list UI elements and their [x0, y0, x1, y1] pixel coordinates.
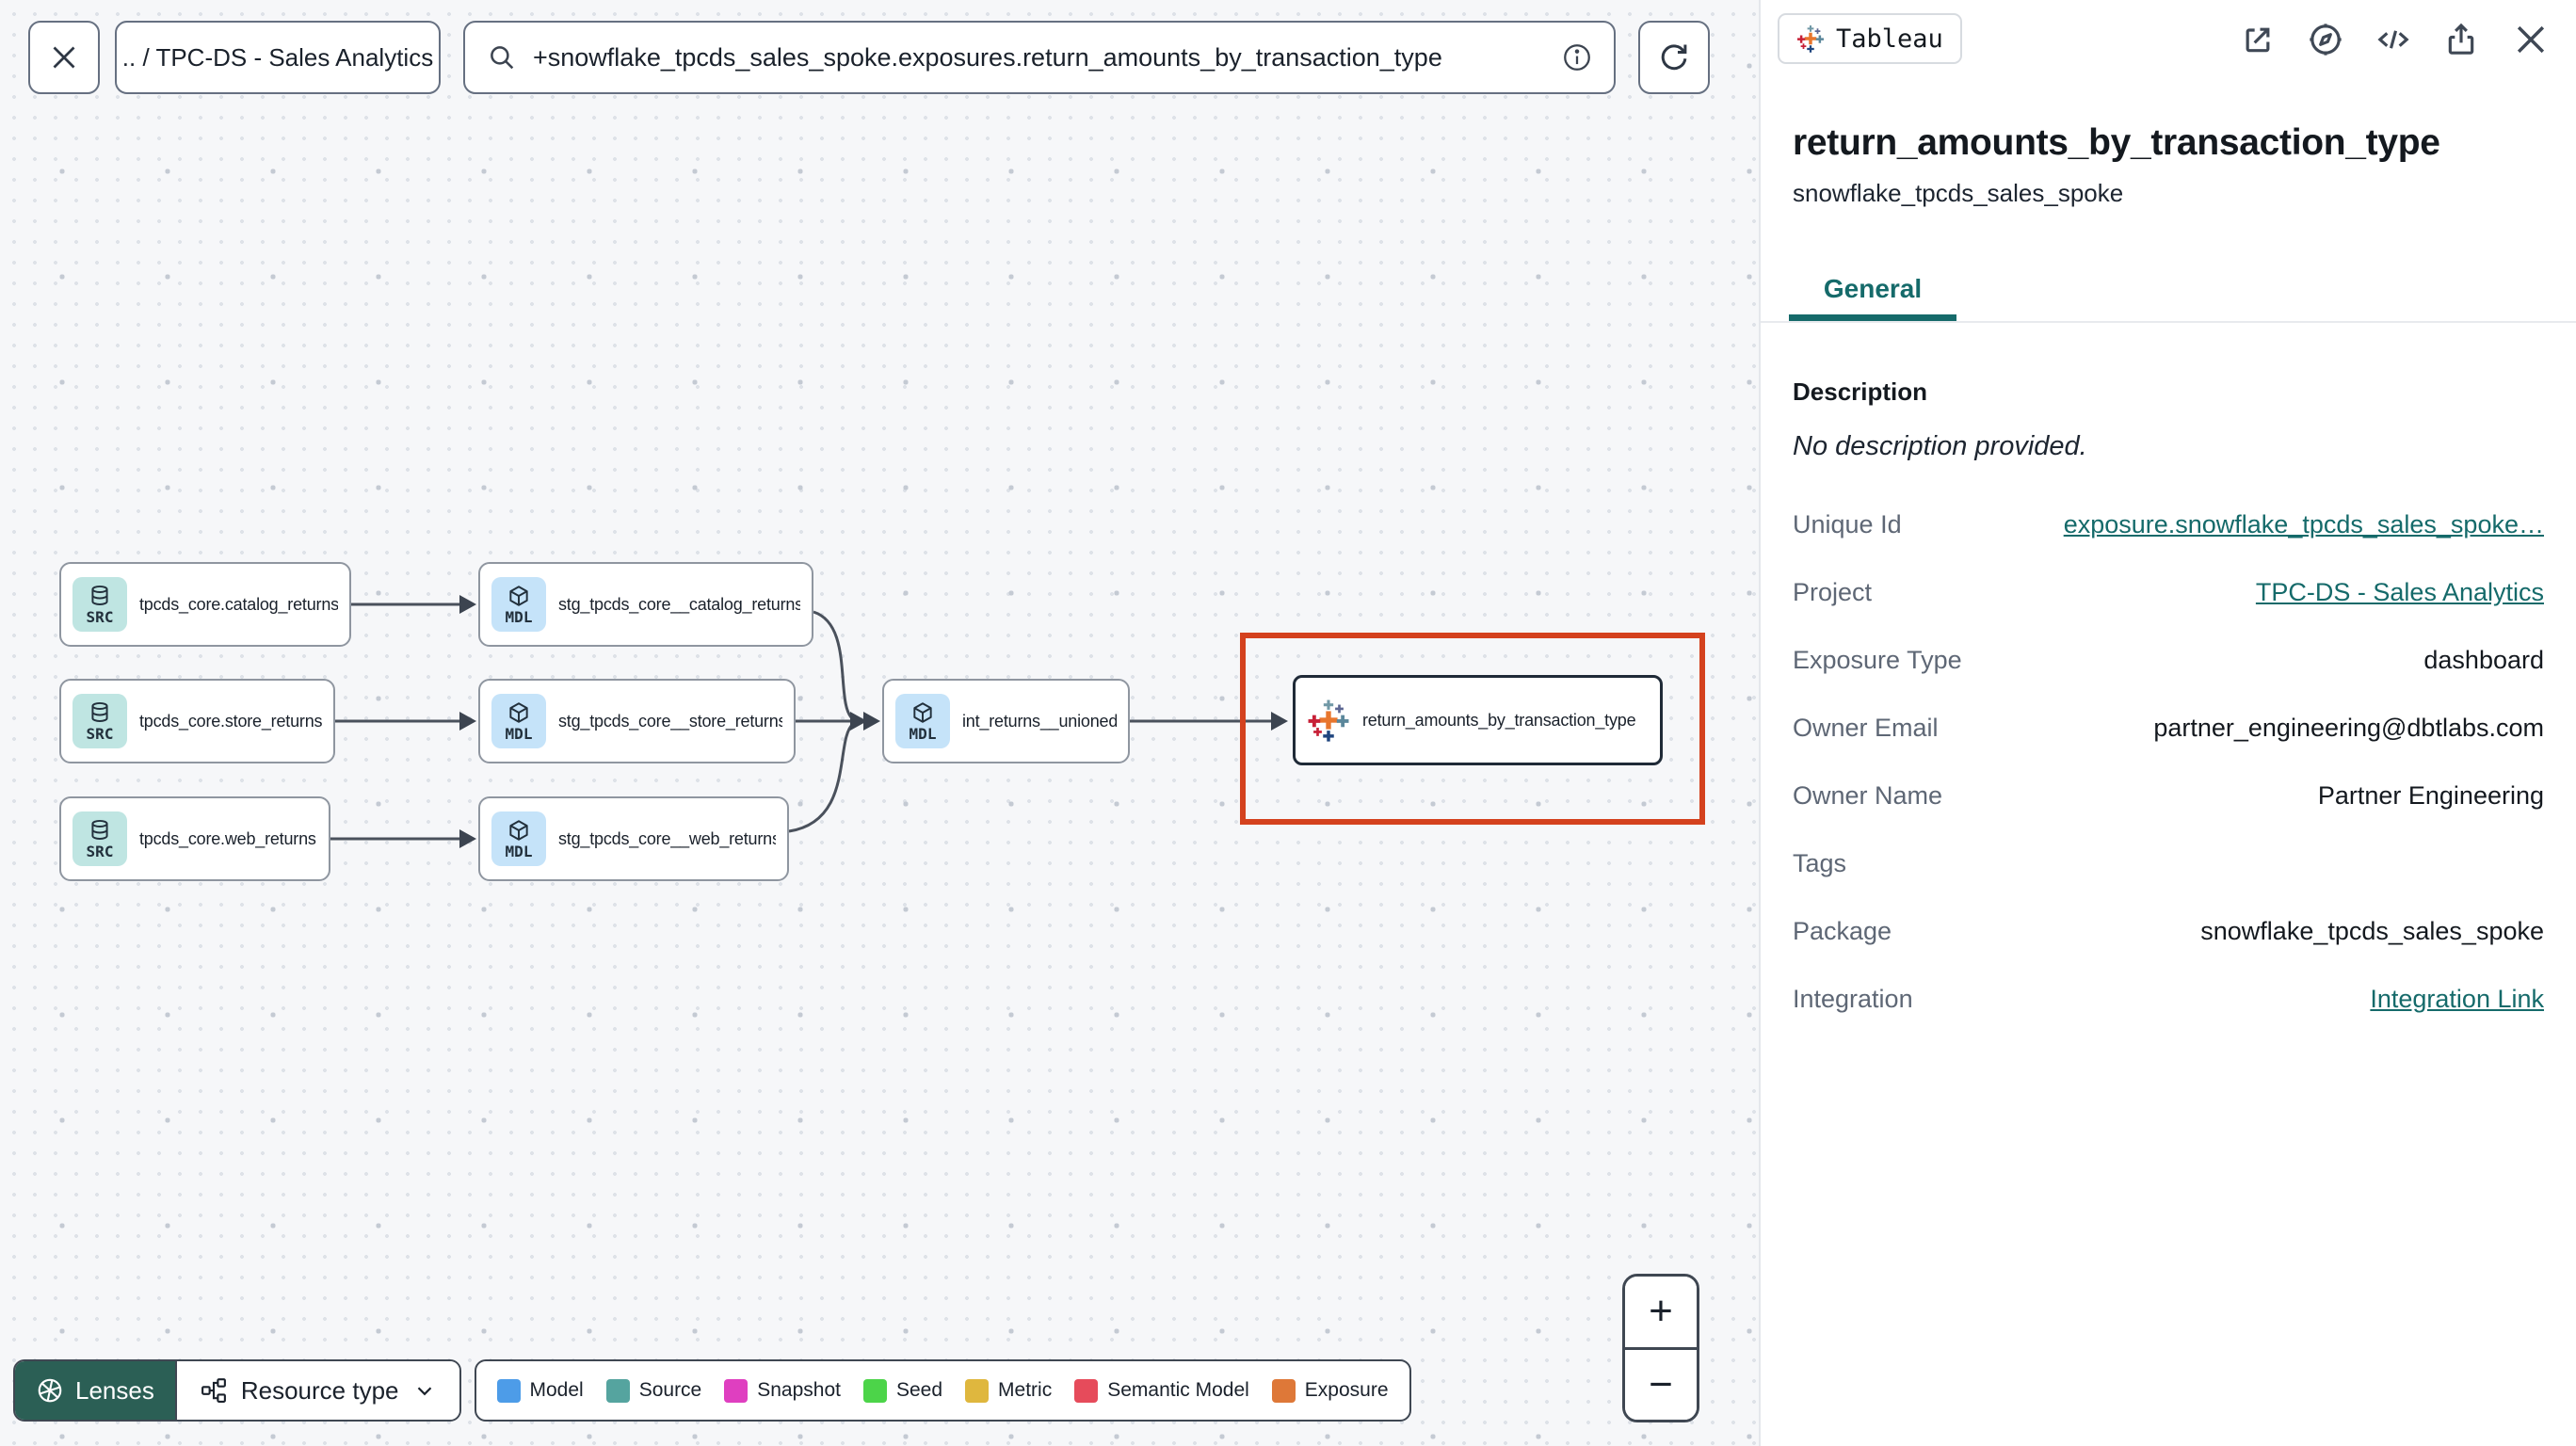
node-type-label: SRC: [86, 725, 114, 743]
field-row-unique-id: Unique Id exposure.snowflake_tpcds_sales…: [1793, 509, 2544, 539]
legend-swatch-snapshot: [724, 1378, 749, 1403]
panel-header: Tableau: [1761, 0, 2576, 79]
cube-icon: MDL: [491, 811, 546, 866]
field-row-exposure-type: Exposure Type dashboard: [1793, 645, 2544, 674]
node-label: tpcds_core.catalog_returns: [139, 594, 338, 614]
field-row-owner-email: Owner Email partner_engineering@dbtlabs.…: [1793, 713, 2544, 742]
integration-badge-label: Tableau: [1836, 24, 1943, 54]
legend-swatch-metric: [965, 1378, 990, 1403]
tableau-icon: [1307, 699, 1350, 742]
node-type-label: MDL: [909, 725, 937, 743]
node-label: tpcds_core.store_returns: [139, 711, 322, 731]
project-link[interactable]: TPC-DS - Sales Analytics: [2256, 578, 2544, 607]
integration-link[interactable]: Integration Link: [2370, 985, 2544, 1014]
lenses-label: Lenses: [75, 1375, 154, 1405]
node-stg-catalog-returns[interactable]: MDL stg_tpcds_core__catalog_returns: [478, 562, 813, 647]
description-value: No description provided.: [1793, 431, 2087, 461]
node-label: tpcds_core.web_returns: [139, 828, 316, 848]
resource-type-dropdown[interactable]: Resource type: [174, 1361, 459, 1420]
explore-button[interactable]: [2307, 21, 2344, 58]
field-row-project: Project TPC-DS - Sales Analytics: [1793, 577, 2544, 607]
fields-list: Unique Id exposure.snowflake_tpcds_sales…: [1793, 490, 2544, 1033]
integration-badge: Tableau: [1778, 13, 1962, 64]
package-subtitle: snowflake_tpcds_sales_spoke: [1793, 179, 2124, 207]
zoom-out-button[interactable]: −: [1625, 1349, 1697, 1420]
legend-swatch-source: [605, 1378, 630, 1403]
share-icon: [2448, 23, 2474, 55]
node-type-label: SRC: [86, 608, 114, 626]
view-code-button[interactable]: [2375, 21, 2412, 58]
node-type-label: SRC: [86, 843, 114, 860]
node-source-catalog-returns[interactable]: SRC tpcds_core.catalog_returns: [59, 562, 351, 647]
owner-email-value: partner_engineering@dbtlabs.com: [2153, 713, 2544, 742]
open-external-button[interactable]: [2239, 21, 2277, 58]
zoom-in-button[interactable]: +: [1625, 1277, 1697, 1350]
legend-item: Source: [605, 1378, 701, 1403]
field-row-integration: Integration Integration Link: [1793, 984, 2544, 1014]
tab-general[interactable]: General: [1789, 263, 1956, 321]
unique-id-link[interactable]: exposure.snowflake_tpcds_sales_spoke…: [2064, 510, 2544, 539]
node-exposure-return-amounts[interactable]: return_amounts_by_transaction_type: [1293, 675, 1663, 765]
database-icon: SRC: [72, 577, 127, 632]
node-label: stg_tpcds_core__web_returns: [558, 828, 776, 848]
compass-icon: [2310, 24, 2342, 56]
general-tab-content: Description No description provided. Uni…: [1761, 321, 2576, 1033]
details-panel: Tableau return_amounts_by_transaction_ty…: [1759, 0, 2576, 1446]
node-type-label: MDL: [505, 843, 533, 860]
lineage-bottom-bar: Lenses Resource type Model Source Snapsh…: [13, 1359, 1411, 1422]
node-label: return_amounts_by_transaction_type: [1362, 710, 1636, 730]
resource-type-label: Resource type: [240, 1375, 399, 1405]
panel-actions: [2239, 19, 2552, 60]
package-value: snowflake_tpcds_sales_spoke: [2200, 916, 2544, 945]
resource-legend: Model Source Snapshot Seed Metric Semant…: [474, 1359, 1411, 1422]
panel-tabs: General: [1761, 263, 2576, 323]
chevron-down-icon: [417, 1387, 431, 1396]
node-source-store-returns[interactable]: SRC tpcds_core.store_returns: [59, 679, 335, 763]
cube-icon: MDL: [491, 694, 546, 748]
node-label: stg_tpcds_core__store_returns: [558, 711, 782, 731]
legend-swatch-model: [496, 1378, 521, 1403]
legend-item: Model: [496, 1378, 584, 1403]
cube-icon: MDL: [895, 694, 950, 748]
cube-icon: MDL: [491, 577, 546, 632]
share-button[interactable]: [2442, 21, 2480, 58]
legend-item: Snapshot: [724, 1378, 841, 1403]
node-type-label: MDL: [505, 725, 533, 743]
legend-item: Semantic Model: [1074, 1378, 1249, 1403]
legend-item: Seed: [863, 1378, 942, 1403]
legend-swatch-seed: [863, 1378, 887, 1403]
close-panel-button[interactable]: [2510, 19, 2552, 60]
legend-item: Metric: [965, 1378, 1052, 1403]
lineage-canvas[interactable]: .. / TPC-DS - Sales Analytics SRC tpcds_…: [0, 0, 1759, 1446]
legend-swatch-exposure: [1271, 1378, 1296, 1403]
node-source-web-returns[interactable]: SRC tpcds_core.web_returns: [59, 796, 330, 881]
field-row-tags: Tags: [1793, 848, 1847, 877]
field-row-owner-name: Owner Name Partner Engineering: [1793, 780, 2544, 810]
tabs-divider: [1761, 321, 2576, 323]
lens-group: Lenses Resource type: [13, 1359, 461, 1422]
database-icon: SRC: [72, 811, 127, 866]
page-title: return_amounts_by_transaction_type: [1793, 122, 2440, 163]
exposure-type-value: dashboard: [2423, 645, 2544, 674]
legend-swatch-semantic-model: [1074, 1378, 1099, 1403]
database-icon: SRC: [72, 694, 127, 748]
node-label: stg_tpcds_core__catalog_returns: [558, 594, 800, 614]
code-icon: [2377, 30, 2409, 49]
owner-name-value: Partner Engineering: [2317, 780, 2544, 810]
node-stg-web-returns[interactable]: MDL stg_tpcds_core__web_returns: [478, 796, 789, 881]
legend-item: Exposure: [1271, 1378, 1389, 1403]
aperture-icon: [38, 1378, 62, 1403]
description-label: Description: [1793, 378, 1928, 406]
node-stg-store-returns[interactable]: MDL stg_tpcds_core__store_returns: [478, 679, 796, 763]
node-type-label: MDL: [505, 608, 533, 626]
external-link-icon: [2246, 27, 2270, 53]
zoom-control: + −: [1622, 1274, 1699, 1422]
lenses-button[interactable]: Lenses: [15, 1361, 175, 1420]
node-int-returns-unioned[interactable]: MDL int_returns__unioned: [882, 679, 1130, 763]
node-label: int_returns__unioned: [962, 711, 1117, 731]
tableau-icon: [1797, 25, 1824, 53]
close-icon: [2517, 25, 2545, 54]
resource-type-icon: [201, 1378, 226, 1403]
field-row-package: Package snowflake_tpcds_sales_spoke: [1793, 916, 2544, 945]
